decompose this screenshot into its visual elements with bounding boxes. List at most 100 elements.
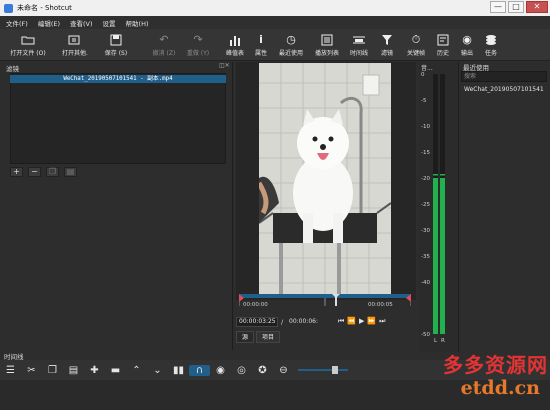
- position-timecode[interactable]: 00:00:03:25: [236, 317, 278, 327]
- meter-peak-L: [433, 174, 438, 176]
- meter-channel-label: L: [434, 338, 438, 344]
- tab-source[interactable]: 源: [236, 331, 255, 343]
- remove-icon[interactable]: ▬: [105, 365, 126, 376]
- timeline-icon: [352, 32, 366, 47]
- meter-tick-label: -35: [421, 254, 430, 260]
- undo-icon: ↶: [159, 33, 169, 46]
- recent-panel: 最近使用 搜索 WeChat_20190507101541: [461, 62, 550, 357]
- rewind-icon[interactable]: ⏪: [347, 317, 359, 325]
- watermark-line2: etdd.cn: [460, 377, 540, 399]
- zoom-out-icon[interactable]: ⊖: [273, 365, 294, 376]
- copy-icon[interactable]: ❐: [42, 365, 63, 376]
- meter-tick-label: -25: [421, 202, 430, 208]
- timecode-separator: /: [281, 318, 284, 326]
- cut-icon[interactable]: ✂: [21, 365, 42, 376]
- redo-button[interactable]: ↷ 重做 (Y): [184, 32, 212, 57]
- scrub-eye-icon[interactable]: ◉: [210, 365, 231, 376]
- ripple-icon[interactable]: ◎: [231, 365, 252, 376]
- jobs-button[interactable]: 任务: [482, 32, 500, 57]
- close-button[interactable]: ✕: [526, 1, 548, 13]
- snap-magnet-icon[interactable]: ∩: [189, 364, 210, 376]
- panel-float-icon[interactable]: ◫✕: [219, 62, 230, 71]
- lift-icon[interactable]: ⌃: [126, 365, 147, 376]
- filters-button[interactable]: 滤镜: [378, 32, 396, 57]
- save-button[interactable]: 保存 (S): [100, 32, 132, 57]
- audio-meter-panel: 音... 0 -5 -10 -15 -20 -25 -30 -35 -40 -50 L R: [419, 62, 457, 352]
- recent-button[interactable]: ◷ 最近使用: [276, 32, 306, 57]
- info-icon: i: [259, 33, 263, 46]
- meter-level-bar-L: [433, 178, 438, 334]
- playlist-icon: [321, 32, 333, 47]
- meter-tick-label: -15: [421, 150, 430, 156]
- undo-button[interactable]: ↶ 撤消 (Z): [150, 32, 178, 57]
- menu-view[interactable]: 查看(V): [70, 18, 93, 28]
- timeline-menu-icon[interactable]: ☰: [0, 365, 21, 376]
- keyframes-button[interactable]: ⏱ 关键帧: [404, 32, 428, 58]
- recent-search-input[interactable]: 搜索: [461, 71, 547, 82]
- undo-label: 撤消 (Z): [152, 50, 176, 57]
- meter-tick-label: -40: [421, 280, 430, 286]
- maximize-button[interactable]: □: [508, 1, 524, 13]
- menu-settings[interactable]: 设置: [103, 18, 116, 28]
- history-button[interactable]: 历史: [434, 32, 452, 57]
- add-filter-button[interactable]: +: [10, 167, 23, 177]
- keyframes-label: 关键帧: [406, 50, 425, 57]
- ruler-start-label: 00:00:00: [243, 302, 268, 308]
- meter-level-bar-R: [440, 178, 445, 334]
- app-icon: [4, 3, 13, 13]
- redo-icon: ↷: [193, 33, 203, 46]
- history-label: 历史: [436, 50, 449, 57]
- video-preview: [259, 63, 391, 294]
- panel-divider-right[interactable]: [458, 62, 459, 352]
- transport-controls: ⏮⏪▶⏩⏭: [338, 317, 388, 326]
- append-icon[interactable]: ✚: [84, 365, 105, 376]
- ruler-end-label: 00:00:05: [368, 302, 393, 308]
- paste-filter-icon[interactable]: ▤: [64, 167, 77, 177]
- meter-tick-label: -50: [421, 332, 430, 338]
- timeline-button[interactable]: 时间线: [346, 32, 372, 57]
- filters-panel-title: 滤镜: [6, 65, 19, 73]
- selected-clip-row[interactable]: WeChat_20190507101541 - 副本.mp4: [10, 75, 226, 83]
- open-other-button[interactable]: 打开其他.: [58, 32, 92, 57]
- timeline-label: 时间线: [349, 50, 368, 57]
- meter-tick-label: -10: [421, 124, 430, 130]
- filter-buttons: + − ❐ ▤: [10, 167, 82, 177]
- save-icon: [110, 32, 122, 47]
- stopwatch-icon: ⏱: [411, 32, 421, 46]
- jobs-label: 任务: [484, 50, 497, 57]
- recent-label: 最近使用: [278, 50, 303, 57]
- split-icon[interactable]: ▮▮: [168, 365, 189, 376]
- duration-timecode: 00:00:06:: [289, 318, 318, 325]
- remove-filter-button[interactable]: −: [28, 167, 41, 177]
- tab-project[interactable]: 项目: [256, 331, 281, 343]
- fast-forward-icon[interactable]: ⏩: [367, 317, 379, 325]
- ripple-all-icon[interactable]: ✪: [252, 365, 273, 376]
- filter-list[interactable]: [10, 73, 226, 164]
- properties-label: 属性: [254, 50, 267, 57]
- open-file-label: 打开文件 (O): [10, 50, 46, 57]
- minimize-button[interactable]: —: [490, 1, 506, 13]
- skip-next-icon[interactable]: ⏭: [379, 317, 388, 325]
- jobs-icon: [485, 32, 497, 47]
- menu-help[interactable]: 帮助(H): [126, 18, 149, 28]
- playlist-button[interactable]: 播放列表: [312, 32, 342, 57]
- overwrite-icon[interactable]: ⌄: [147, 365, 168, 376]
- menu-edit[interactable]: 编辑(E): [38, 18, 60, 28]
- peak-meter-button[interactable]: 峰值表: [224, 32, 246, 57]
- meter-tick-label: -20: [421, 176, 430, 182]
- skip-previous-icon[interactable]: ⏮: [338, 317, 347, 325]
- zoom-slider[interactable]: [298, 366, 348, 374]
- properties-button[interactable]: i 属性: [252, 32, 270, 57]
- open-other-icon: [68, 32, 82, 47]
- menu-file[interactable]: 文件(F): [6, 18, 28, 28]
- export-button[interactable]: ◉ 输出: [458, 32, 476, 57]
- open-file-button[interactable]: 打开文件 (O): [8, 32, 48, 57]
- recent-item[interactable]: WeChat_20190507101541: [464, 86, 544, 93]
- watermark-line1: 多多资源网: [443, 353, 548, 377]
- paste-icon[interactable]: ▤: [63, 365, 84, 376]
- meter-tick-label: -30: [421, 228, 430, 234]
- peak-meter-label: 峰值表: [225, 50, 244, 57]
- export-icon: ◉: [462, 33, 472, 46]
- copy-filter-icon[interactable]: ❐: [46, 167, 59, 177]
- panel-divider[interactable]: [232, 62, 233, 350]
